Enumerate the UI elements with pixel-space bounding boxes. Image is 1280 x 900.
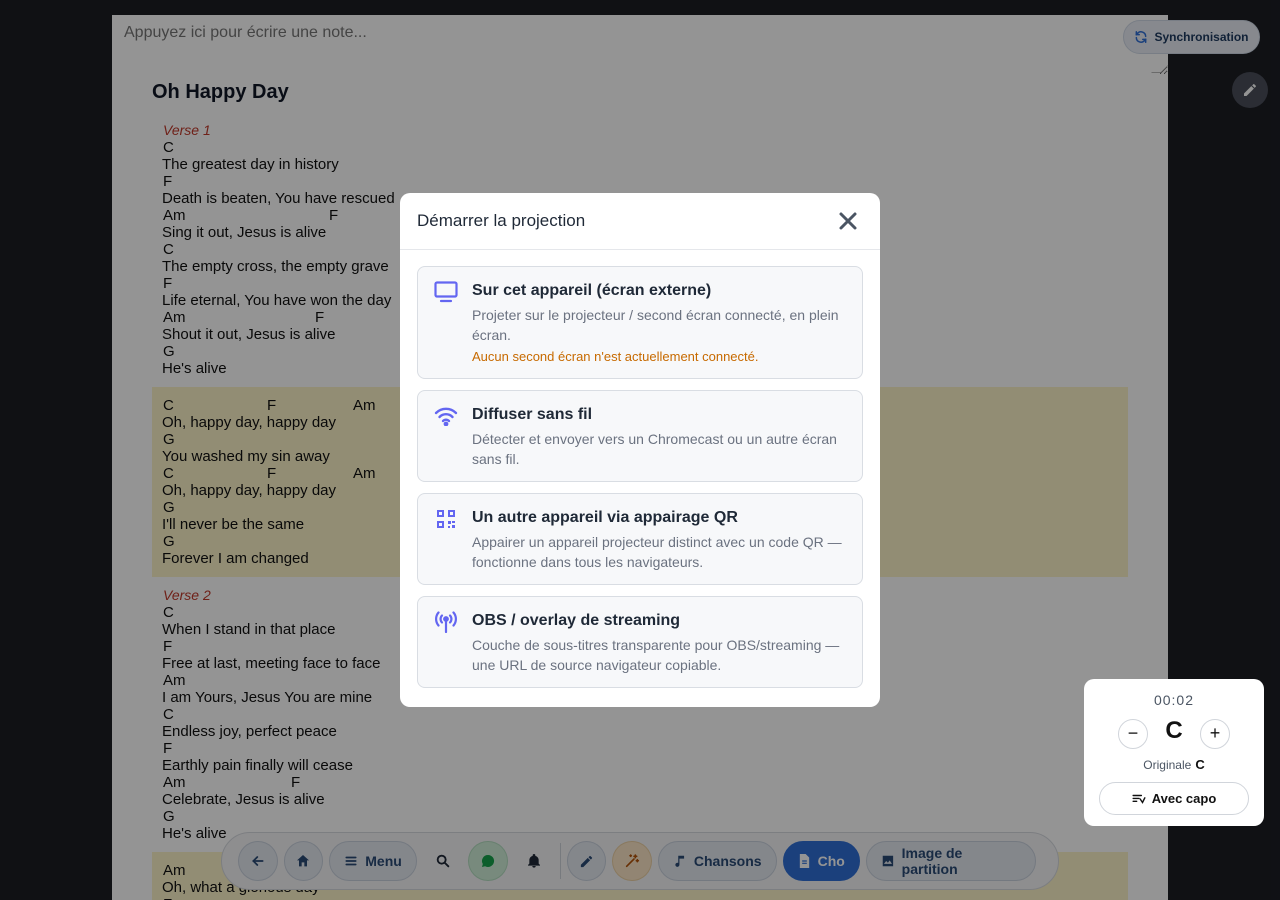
dialog-body: Sur cet appareil (écran externe) Projete… bbox=[400, 250, 880, 707]
option-warning: Aucun second écran n'est actuellement co… bbox=[472, 349, 759, 364]
dialog-header: Démarrer la projection bbox=[400, 193, 880, 250]
transpose-up-button[interactable]: + bbox=[1200, 719, 1230, 749]
wifi-icon bbox=[434, 404, 458, 428]
option-description: Appairer un appareil projecteur distinct… bbox=[472, 534, 842, 570]
projection-dialog: Démarrer la projection Sur cet appareil … bbox=[400, 193, 880, 707]
capo-label: Avec capo bbox=[1151, 791, 1217, 806]
option-title: OBS / overlay de streaming bbox=[472, 612, 681, 629]
close-icon bbox=[839, 212, 857, 230]
option-obs-overlay[interactable]: OBS / overlay de streaming Couche de sou… bbox=[417, 596, 863, 688]
close-button[interactable] bbox=[833, 206, 863, 236]
option-description: Couche de sous-titres transparente pour … bbox=[472, 637, 840, 673]
option-external-screen[interactable]: Sur cet appareil (écran externe) Projete… bbox=[417, 266, 863, 379]
option-title: Un autre appareil via appairage QR bbox=[472, 509, 738, 526]
timer: 00:02 bbox=[1153, 692, 1195, 708]
option-qr-pairing[interactable]: Un autre appareil via appairage QR Appai… bbox=[417, 493, 863, 585]
original-key-label: Originale bbox=[1143, 758, 1192, 772]
dialog-title: Démarrer la projection bbox=[417, 211, 586, 230]
current-key: C bbox=[1165, 717, 1183, 744]
qr-code-icon bbox=[434, 507, 458, 531]
option-title: Sur cet appareil (écran externe) bbox=[472, 282, 712, 299]
capo-icon bbox=[1132, 794, 1146, 804]
option-description: Détecter et envoyer vers un Chromecast o… bbox=[472, 431, 837, 467]
broadcast-tower-icon bbox=[434, 610, 458, 634]
original-key: Originale C bbox=[1084, 757, 1264, 772]
option-description: Projeter sur le projecteur / second écra… bbox=[472, 307, 839, 343]
option-wireless-cast[interactable]: Diffuser sans fil Détecter et envoyer ve… bbox=[417, 390, 863, 482]
capo-button[interactable]: Avec capo bbox=[1099, 782, 1249, 815]
key-widget: 00:02 − C + Originale C Avec capo bbox=[1084, 679, 1264, 826]
transpose-down-button[interactable]: − bbox=[1118, 719, 1148, 749]
option-title: Diffuser sans fil bbox=[472, 406, 593, 423]
monitor-icon bbox=[434, 280, 458, 304]
original-key-value: C bbox=[1195, 757, 1205, 772]
